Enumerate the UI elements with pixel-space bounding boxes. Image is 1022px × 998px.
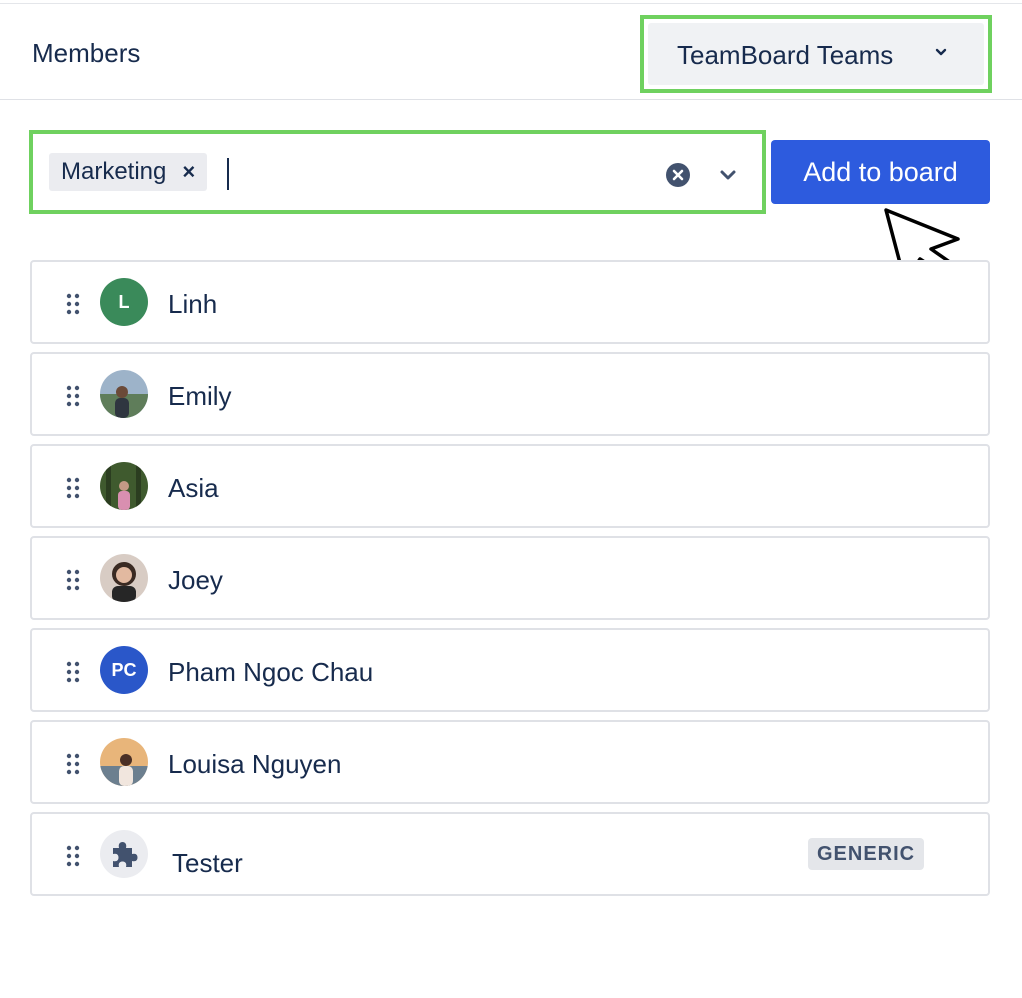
avatar	[100, 830, 148, 878]
member-name: Emily	[168, 381, 232, 411]
avatar: PC	[100, 646, 148, 694]
drag-handle-icon[interactable]	[65, 384, 81, 408]
chip-remove-icon[interactable]: ×	[182, 161, 195, 183]
add-to-board-button[interactable]: Add to board	[771, 140, 990, 204]
drag-handle-icon[interactable]	[65, 660, 81, 684]
member-name: Asia	[168, 473, 219, 503]
team-filter-highlight: Marketing ×	[29, 130, 766, 214]
selected-team-chip: Marketing ×	[49, 153, 208, 191]
avatar-initials: PC	[111, 659, 137, 680]
avatar-photo	[100, 370, 148, 418]
drag-handle-icon[interactable]	[65, 292, 81, 316]
team-select-dropdown[interactable]: TeamBoard Teams	[648, 23, 984, 85]
avatar-initials: L	[118, 291, 130, 312]
member-name: Linh	[168, 289, 218, 319]
generic-badge: GENERIC	[808, 838, 925, 870]
avatar: L	[100, 278, 148, 326]
drag-handle-icon[interactable]	[65, 752, 81, 776]
member-name: Tester	[172, 848, 243, 878]
member-row[interactable]: Louisa Nguyen	[30, 720, 990, 804]
team-filter-input[interactable]: Marketing ×	[37, 138, 758, 206]
member-name: Joey	[168, 565, 223, 595]
member-name: Pham Ngoc Chau	[168, 657, 374, 687]
avatar-photo	[100, 738, 148, 786]
chevron-down-icon[interactable]	[717, 166, 739, 184]
member-row[interactable]: Asia	[30, 444, 990, 528]
page-title: Members	[32, 38, 141, 68]
puzzle-piece-icon	[113, 842, 138, 867]
clear-icon[interactable]	[665, 162, 691, 188]
avatar-photo	[100, 462, 148, 510]
drag-handle-icon[interactable]	[65, 568, 81, 592]
avatar-photo	[100, 554, 148, 602]
text-caret	[227, 158, 229, 190]
member-row[interactable]: Joey	[30, 536, 990, 620]
chip-label: Marketing	[61, 158, 167, 185]
drag-handle-icon[interactable]	[65, 476, 81, 500]
team-select-value: TeamBoard Teams	[677, 40, 894, 70]
chevron-down-icon	[935, 48, 947, 56]
member-row[interactable]: Tester GENERIC	[30, 812, 990, 896]
member-row[interactable]: L Linh	[30, 260, 990, 344]
team-select-highlight: TeamBoard Teams	[640, 15, 992, 93]
member-row[interactable]: PC Pham Ngoc Chau	[30, 628, 990, 712]
member-name: Louisa Nguyen	[168, 749, 342, 779]
drag-handle-icon[interactable]	[65, 844, 81, 868]
member-row[interactable]: Emily	[30, 352, 990, 436]
